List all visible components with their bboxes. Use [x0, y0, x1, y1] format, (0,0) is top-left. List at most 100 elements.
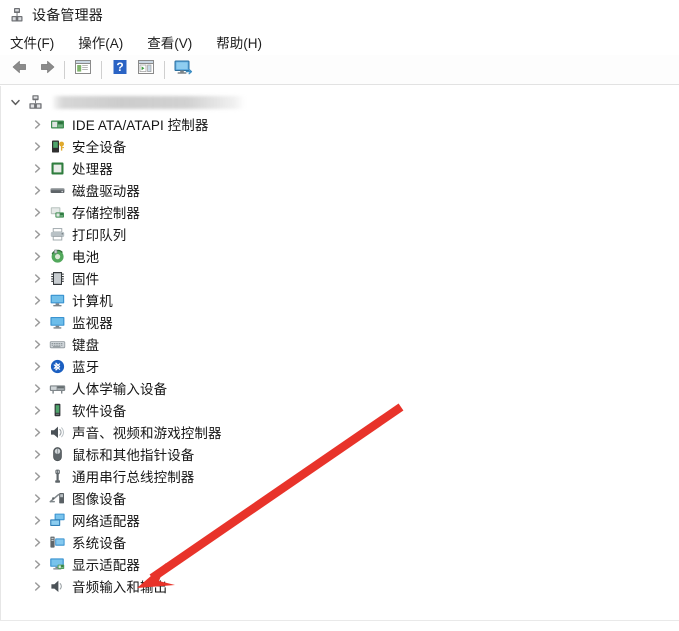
monitor-icon	[49, 314, 66, 331]
computer-name-redacted	[53, 95, 245, 109]
toolbar-back[interactable]	[7, 58, 33, 82]
chevron-right-icon[interactable]	[29, 534, 45, 550]
menu-file[interactable]: 文件(F)	[10, 32, 54, 52]
chevron-right-icon[interactable]	[29, 226, 45, 242]
tree-item-label: 键盘	[72, 338, 100, 353]
tree-item-imaging-device[interactable]: 图像设备	[1, 487, 679, 509]
tree-item-label: 监视器	[72, 316, 113, 331]
chevron-right-icon[interactable]	[29, 578, 45, 594]
tree-item-mouse[interactable]: 鼠标和其他指针设备	[1, 443, 679, 465]
tree-item-label: 图像设备	[72, 492, 127, 507]
help-icon: ?	[112, 59, 128, 80]
print-queue-icon	[49, 226, 66, 243]
window-bottom-edge	[0, 620, 679, 631]
network-adapter-icon	[49, 512, 66, 529]
chevron-right-icon[interactable]	[29, 336, 45, 352]
tree-item-label: 安全设备	[72, 140, 127, 155]
toolbar-show-hidden-devices[interactable]	[170, 58, 196, 82]
chevron-right-icon[interactable]	[29, 314, 45, 330]
tree-item-firmware[interactable]: 固件	[1, 267, 679, 289]
chevron-right-icon[interactable]	[29, 446, 45, 462]
chevron-right-icon[interactable]	[29, 182, 45, 198]
device-manager-icon	[9, 7, 25, 23]
ide-controller-icon	[49, 116, 66, 133]
tree-item-battery[interactable]: 电池	[1, 245, 679, 267]
tree-item-label: 电池	[72, 250, 100, 265]
system-device-icon	[49, 534, 66, 551]
chevron-right-icon[interactable]	[29, 204, 45, 220]
tree-item-display-adapter[interactable]: 显示适配器	[1, 553, 679, 575]
title-bar: 设备管理器	[0, 0, 679, 29]
tree-item-print-queue[interactable]: 打印队列	[1, 223, 679, 245]
chevron-right-icon[interactable]	[29, 556, 45, 572]
tree-item-bluetooth[interactable]: 蓝牙	[1, 355, 679, 377]
tree-item-hid[interactable]: 人体学输入设备	[1, 377, 679, 399]
tree-item-software-device[interactable]: 软件设备	[1, 399, 679, 421]
chevron-down-icon[interactable]	[7, 94, 23, 110]
firmware-icon	[49, 270, 66, 287]
tree-item-label: 存储控制器	[72, 206, 140, 221]
svg-text:?: ?	[116, 60, 123, 74]
menu-bar: 文件(F) 操作(A) 查看(V) 帮助(H)	[0, 29, 679, 55]
chevron-right-icon[interactable]	[29, 358, 45, 374]
toolbar-forward[interactable]	[33, 58, 59, 82]
chevron-right-icon[interactable]	[29, 380, 45, 396]
show-hidden-devices-icon	[173, 59, 193, 81]
computer-root-icon	[27, 94, 44, 111]
chevron-right-icon[interactable]	[29, 116, 45, 132]
tree-item-label: 显示适配器	[72, 558, 140, 573]
chevron-right-icon[interactable]	[29, 512, 45, 528]
toolbar-help[interactable]: ?	[107, 58, 133, 82]
device-tree-pane[interactable]: IDE ATA/ATAPI 控制器 安全设备 处理器 磁盘驱动器 存储控制器 打…	[0, 86, 679, 621]
menu-action[interactable]: 操作(A)	[78, 32, 123, 52]
battery-icon	[49, 248, 66, 265]
toolbar-separator-1	[64, 60, 65, 79]
device-tree: IDE ATA/ATAPI 控制器 安全设备 处理器 磁盘驱动器 存储控制器 打…	[1, 86, 679, 597]
chevron-right-icon[interactable]	[29, 468, 45, 484]
chevron-right-icon[interactable]	[29, 270, 45, 286]
tree-item-computer[interactable]: 计算机	[1, 289, 679, 311]
tree-item-network-adapter[interactable]: 网络适配器	[1, 509, 679, 531]
keyboard-icon	[49, 336, 66, 353]
tree-item-label: 鼠标和其他指针设备	[72, 448, 195, 463]
tree-item-label: 处理器	[72, 162, 113, 177]
window-title: 设备管理器	[32, 6, 103, 23]
tree-item-label: 磁盘驱动器	[72, 184, 140, 199]
chevron-right-icon[interactable]	[29, 490, 45, 506]
imaging-device-icon	[49, 490, 66, 507]
tree-item-usb-controller[interactable]: 通用串行总线控制器	[1, 465, 679, 487]
chevron-right-icon[interactable]	[29, 402, 45, 418]
tree-item-label: IDE ATA/ATAPI 控制器	[72, 118, 209, 133]
audio-input-output-icon	[49, 578, 66, 595]
toolbar-properties[interactable]	[70, 58, 96, 82]
tree-item-sound-video-game-controller[interactable]: 声音、视频和游戏控制器	[1, 421, 679, 443]
tree-item-storage-controller[interactable]: 存储控制器	[1, 201, 679, 223]
tree-item-system-device[interactable]: 系统设备	[1, 531, 679, 553]
chevron-right-icon[interactable]	[29, 248, 45, 264]
tree-item-label: 计算机	[72, 294, 113, 309]
tree-item-keyboard[interactable]: 键盘	[1, 333, 679, 355]
chevron-right-icon[interactable]	[29, 160, 45, 176]
chevron-right-icon[interactable]	[29, 424, 45, 440]
properties-icon	[74, 59, 92, 80]
tree-item-monitor[interactable]: 监视器	[1, 311, 679, 333]
toolbar-scan-hardware-changes[interactable]	[133, 58, 159, 82]
sound-video-game-controller-icon	[49, 424, 66, 441]
menu-view[interactable]: 查看(V)	[147, 32, 192, 52]
usb-controller-icon	[49, 468, 66, 485]
scan-hardware-changes-icon	[137, 59, 155, 80]
menu-help[interactable]: 帮助(H)	[216, 32, 262, 52]
chevron-right-icon[interactable]	[29, 138, 45, 154]
tree-item-processor[interactable]: 处理器	[1, 157, 679, 179]
tree-item-security-device[interactable]: 安全设备	[1, 135, 679, 157]
forward-arrow-icon	[37, 59, 56, 80]
computer-icon	[49, 292, 66, 309]
tree-item-label: 软件设备	[72, 404, 127, 419]
tree-item-label: 人体学输入设备	[72, 382, 168, 397]
tree-item-ide-controller[interactable]: IDE ATA/ATAPI 控制器	[1, 113, 679, 135]
tree-item-disk-drive[interactable]: 磁盘驱动器	[1, 179, 679, 201]
tree-root-row[interactable]	[1, 91, 679, 113]
tree-item-label: 网络适配器	[72, 514, 140, 529]
chevron-right-icon[interactable]	[29, 292, 45, 308]
tree-item-audio-input-output[interactable]: 音频输入和输出	[1, 575, 679, 597]
